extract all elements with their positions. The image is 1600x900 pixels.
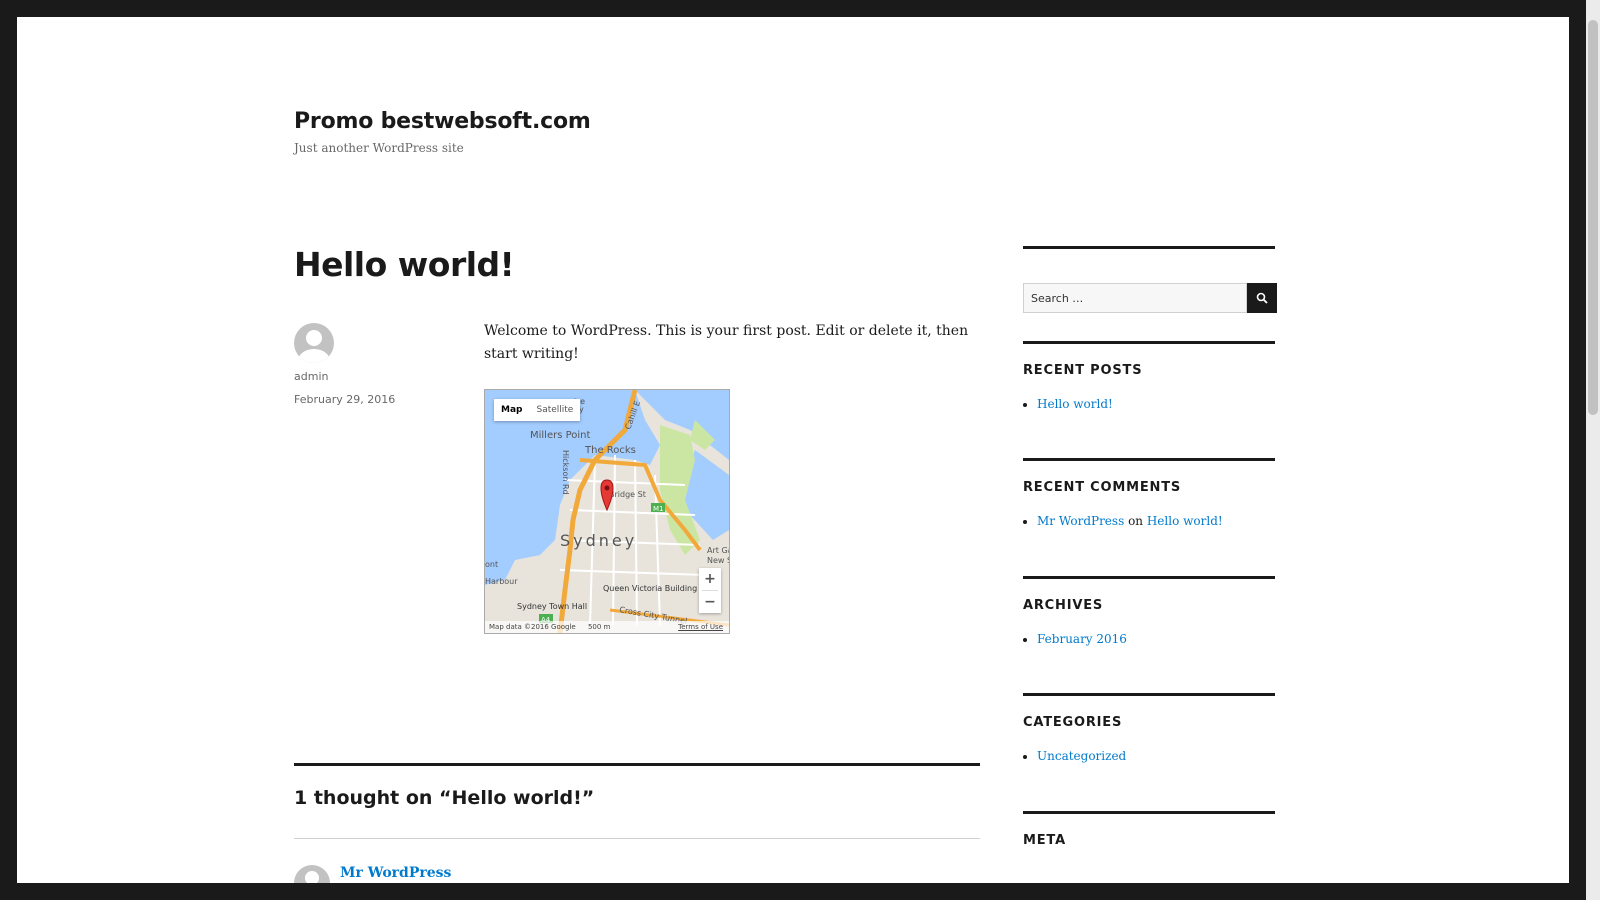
recent-comments-title: Recent Comments bbox=[1023, 480, 1182, 495]
label-new-south: New S bbox=[707, 556, 729, 565]
archives-title: Archives bbox=[1023, 598, 1104, 613]
label-millers-point: Millers Point bbox=[530, 430, 591, 441]
map-attribution: Map data ©2016 Google 500 m Terms of Use bbox=[485, 621, 729, 633]
search-input[interactable] bbox=[1023, 283, 1247, 313]
recent-comments-list: Mr WordPress on Hello world! bbox=[1023, 512, 1223, 530]
zoom-out-button[interactable]: − bbox=[699, 591, 721, 613]
recent-comment-author-link[interactable]: Mr WordPress bbox=[1037, 514, 1124, 528]
recent-posts-list: Hello world! bbox=[1023, 395, 1113, 413]
list-item: February 2016 bbox=[1037, 630, 1127, 648]
label-bridge-st: Bridge St bbox=[609, 490, 646, 499]
recent-comments-rule bbox=[1023, 458, 1275, 461]
zoom-control: + − bbox=[699, 568, 721, 613]
scrollbar[interactable] bbox=[1586, 0, 1600, 900]
recent-comment-post-link[interactable]: Hello world! bbox=[1147, 514, 1223, 528]
label-harbour: Harbour bbox=[485, 577, 518, 586]
site-title[interactable]: Promo bestwebsoft.com bbox=[294, 109, 591, 134]
post-title: Hello world! bbox=[294, 245, 515, 284]
recent-post-link[interactable]: Hello world! bbox=[1037, 397, 1113, 411]
map-data-credit: Map data ©2016 Google bbox=[489, 623, 576, 631]
zoom-in-button[interactable]: + bbox=[699, 568, 721, 590]
comment-author-link[interactable]: Mr WordPress bbox=[340, 865, 451, 881]
avatar-body bbox=[298, 349, 330, 363]
categories-list: Uncategorized bbox=[1023, 747, 1126, 765]
avatar-head bbox=[306, 330, 322, 346]
comments-divider bbox=[294, 763, 980, 766]
category-link[interactable]: Uncategorized bbox=[1037, 749, 1126, 763]
label-qvb: Queen Victoria Building bbox=[603, 584, 697, 593]
meta-title: Meta bbox=[1023, 833, 1066, 848]
search-icon bbox=[1256, 292, 1268, 304]
page: Promo bestwebsoft.com Just another WordP… bbox=[17, 17, 1569, 883]
map-type-satellite-button[interactable]: Satellite bbox=[529, 399, 580, 421]
map-type-map-button[interactable]: Map bbox=[494, 399, 529, 421]
list-item: Uncategorized bbox=[1037, 747, 1126, 765]
label-town-hall: Sydney Town Hall bbox=[517, 602, 587, 611]
search-button[interactable] bbox=[1247, 283, 1277, 313]
author-avatar[interactable] bbox=[294, 323, 334, 363]
categories-title: Categories bbox=[1023, 715, 1123, 730]
post-content: Welcome to WordPress. This is your first… bbox=[484, 323, 969, 362]
map-type-control: Map Satellite bbox=[494, 399, 581, 421]
comments-title: 1 thought on “Hello world!” bbox=[294, 787, 595, 809]
label-sydney: Sydney bbox=[560, 531, 637, 550]
list-item: Hello world! bbox=[1037, 395, 1113, 413]
site-description: Just another WordPress site bbox=[294, 141, 464, 155]
comment-avatar bbox=[294, 865, 330, 883]
label-hickson-rd: Hickson Rd bbox=[561, 450, 570, 495]
google-map[interactable]: Millers Point The Rocks Bridge St Sydney… bbox=[484, 389, 730, 634]
archives-list: February 2016 bbox=[1023, 630, 1127, 648]
map-terms-link[interactable]: Terms of Use bbox=[678, 621, 723, 633]
recent-comment-on-text: on bbox=[1128, 514, 1144, 528]
scrollbar-thumb[interactable] bbox=[1588, 20, 1598, 415]
label-art-gallery: Art Ga bbox=[707, 546, 729, 555]
map-canvas[interactable]: Millers Point The Rocks Bridge St Sydney… bbox=[485, 390, 729, 633]
recent-posts-rule bbox=[1023, 341, 1275, 344]
archive-link[interactable]: February 2016 bbox=[1037, 632, 1127, 646]
post-date[interactable]: February 29, 2016 bbox=[294, 393, 395, 406]
search-form bbox=[1023, 283, 1277, 313]
comments-thin-divider bbox=[294, 838, 980, 839]
label-ont: ont bbox=[485, 560, 498, 569]
archives-rule bbox=[1023, 576, 1275, 579]
categories-rule bbox=[1023, 693, 1275, 696]
search-widget-rule bbox=[1023, 246, 1275, 249]
recent-posts-title: Recent Posts bbox=[1023, 363, 1143, 378]
label-m1: M1 bbox=[653, 505, 664, 513]
meta-rule bbox=[1023, 811, 1275, 814]
post-author[interactable]: admin bbox=[294, 370, 328, 383]
list-item: Mr WordPress on Hello world! bbox=[1037, 512, 1223, 530]
map-scale[interactable]: 500 m bbox=[588, 623, 610, 631]
label-the-rocks: The Rocks bbox=[584, 445, 636, 456]
comment-avatar-head bbox=[305, 871, 319, 883]
